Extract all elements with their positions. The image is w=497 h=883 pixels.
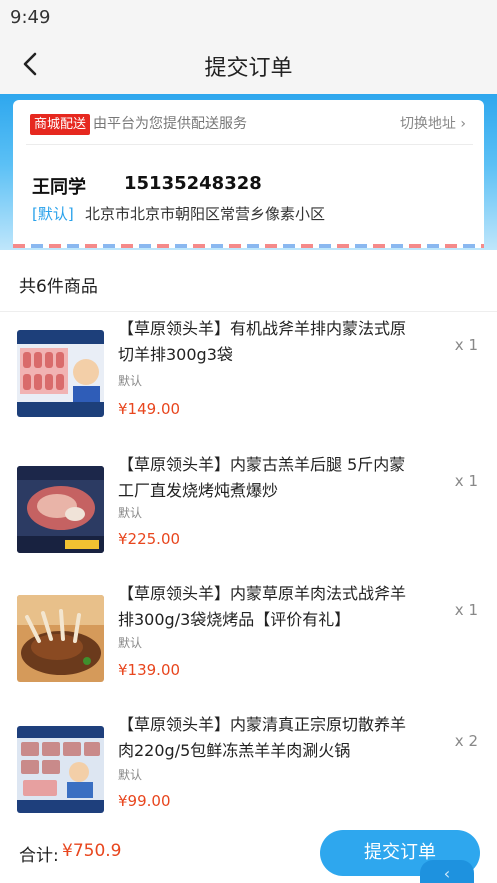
product-quantity: x 1 [454, 472, 478, 490]
product-price: ¥149.00 [118, 400, 181, 418]
switch-address-link[interactable]: 切换地址 › [400, 114, 466, 135]
receiver-name: 王同学 [32, 177, 86, 198]
envelope-border [13, 244, 484, 248]
total-amount: ¥750.9 [62, 841, 122, 861]
product-title: 【草原领头羊】内蒙清真正宗原切散养羊肉220g/5包鲜冻羔羊羊肉涮火锅 [118, 715, 407, 760]
address-text: 北京市北京市朝阳区常营乡像素小区 [85, 205, 326, 223]
status-time: 9:49 [10, 7, 51, 28]
product-spec: 默认 [118, 374, 143, 388]
goods-count: 共6件商品 [19, 277, 98, 297]
product-spec: 默认 [118, 768, 143, 782]
divider [26, 144, 473, 145]
product-image [17, 595, 104, 682]
page-title: 提交订单 [204, 56, 293, 81]
product-quantity: x 2 [454, 732, 478, 750]
nav-bar: 提交订单 [0, 34, 497, 94]
product-price: ¥99.00 [118, 792, 171, 810]
shipping-description: 由平台为您提供配送服务 [93, 116, 247, 132]
product-title: 【草原领头羊】内蒙草原羊肉法式战斧羊排300g/3袋烧烤品【评价有礼】 [118, 584, 407, 629]
product-quantity: x 1 [454, 336, 478, 354]
product-spec: 默认 [118, 506, 143, 520]
default-address-tag: [默认] [32, 205, 74, 223]
total-label: 合计: [19, 846, 59, 866]
product-image [17, 726, 104, 813]
order-item[interactable]: 【草原领头羊】内蒙草原羊肉法式战斧羊排300g/3袋烧烤品【评价有礼】 默认 ¥… [0, 581, 497, 701]
product-title: 【草原领头羊】有机战斧羊排内蒙法式原切羊排300g3袋 [118, 319, 407, 364]
order-item[interactable]: 【草原领头羊】内蒙古羔羊后腿 5斤内蒙工厂直发烧烤炖煮爆炒 默认 ¥225.00… [0, 452, 497, 572]
divider [0, 311, 497, 312]
receiver-phone: 15135248328 [124, 173, 262, 194]
product-title: 【草原领头羊】内蒙古羔羊后腿 5斤内蒙工厂直发烧烤炖煮爆炒 [118, 455, 406, 500]
product-image [17, 330, 104, 417]
product-price: ¥139.00 [118, 661, 181, 679]
shipping-tag: 商城配送 [30, 114, 91, 135]
product-image [17, 466, 104, 553]
product-quantity: x 1 [454, 601, 478, 619]
status-bar: 9:49 [0, 0, 497, 34]
product-spec: 默认 [118, 636, 143, 650]
product-price: ¥225.00 [118, 530, 181, 548]
address-card[interactable]: 商城配送 由平台为您提供配送服务 切换地址 › 王同学 15135248328 … [13, 100, 484, 248]
order-item[interactable]: 【草原领头羊】有机战斧羊排内蒙法式原切羊排300g3袋 默认 ¥149.00 x… [0, 316, 497, 436]
chevron-left-icon[interactable]: ‹ [420, 860, 474, 883]
order-item[interactable]: 【草原领头羊】内蒙清真正宗原切散养羊肉220g/5包鲜冻羔羊羊肉涮火锅 默认 ¥… [0, 712, 497, 832]
